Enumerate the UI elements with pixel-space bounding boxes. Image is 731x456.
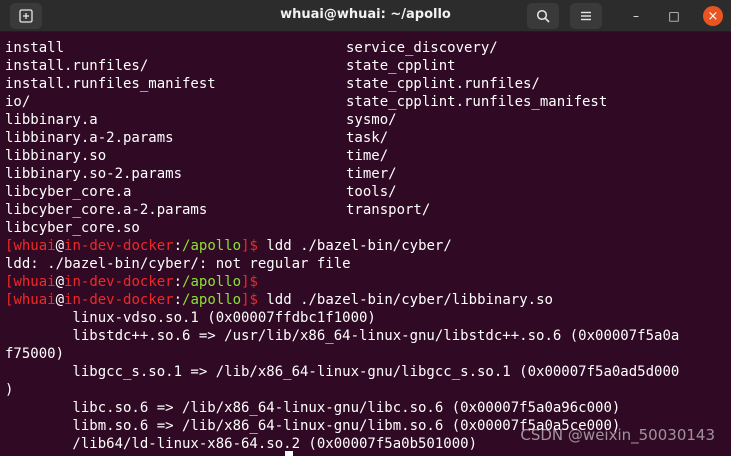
terminal-cursor <box>285 451 293 456</box>
list-item: state_cpplint <box>346 58 456 74</box>
list-item: libcyber_core.a-2.params <box>5 202 208 218</box>
list-item: task/ <box>346 130 389 146</box>
prompt-colon: : <box>173 292 183 308</box>
list-item: libbinary.a <box>5 112 98 128</box>
prompt-path: /apollo <box>182 274 242 290</box>
list-item: sysmo/ <box>346 112 397 128</box>
prompt-path: /apollo <box>182 292 242 308</box>
list-item: state_cpplint.runfiles_manifest <box>346 94 608 110</box>
list-item: transport/ <box>346 202 431 218</box>
terminal-output[interactable]: install install.runfiles/ install.runfil… <box>0 32 731 456</box>
new-tab-icon <box>19 9 33 23</box>
watermark: CSDN @weixin_50030143 <box>520 426 715 444</box>
search-button[interactable] <box>527 3 559 29</box>
list-item: install.runfiles_manifest <box>5 76 216 92</box>
close-button[interactable]: × <box>703 6 723 26</box>
prompt-at: @ <box>55 274 65 290</box>
output-line: /lib64/ld-linux-x86-64.so.2 (0x00007f5a0… <box>5 436 478 452</box>
maximize-button[interactable]: □ <box>664 6 684 26</box>
prompt-colon: : <box>173 274 183 290</box>
prompt-at: @ <box>55 292 65 308</box>
list-item: libbinary.a-2.params <box>5 130 174 146</box>
prompt-end: ]$ <box>241 292 258 308</box>
minimize-button[interactable]: – <box>626 6 646 26</box>
list-item: time/ <box>346 148 389 164</box>
command-text: ldd ./bazel-bin/cyber/libbinary.so <box>257 292 553 308</box>
prompt-user: whuai <box>13 238 56 254</box>
title-bar: whuai@whuai: ~/apollo – □ × <box>0 0 731 32</box>
list-item: libbinary.so <box>5 148 107 164</box>
command-text: ldd ./bazel-bin/cyber/ <box>257 238 452 254</box>
prompt-end: ]$ <box>241 274 258 290</box>
output-line: libc.so.6 => /lib/x86_64-linux-gnu/libc.… <box>5 400 621 416</box>
list-item: state_cpplint.runfiles/ <box>346 76 540 92</box>
prompt-end: ]$ <box>241 238 258 254</box>
list-item: libcyber_core.so <box>5 220 140 236</box>
prompt-user: whuai <box>13 292 56 308</box>
maximize-icon: □ <box>668 9 680 23</box>
list-item: service_discovery/ <box>346 40 498 56</box>
prompt-colon: : <box>173 238 183 254</box>
list-item: libbinary.so-2.params <box>5 166 183 182</box>
list-item: timer/ <box>346 166 397 182</box>
prompt-user: whuai <box>13 274 56 290</box>
error-line: ldd: ./bazel-bin/cyber/: not regular fil… <box>5 256 351 272</box>
new-tab-button[interactable] <box>10 3 42 29</box>
prompt-host: in-dev-docker <box>64 274 174 290</box>
prompt-line: [whuai@in-dev-docker:/apollo]$ ldd ./baz… <box>5 237 452 255</box>
list-item: install <box>5 40 65 56</box>
prompt-path: /apollo <box>182 238 242 254</box>
output-line: linux-vdso.so.1 (0x00007ffdbc1f1000) <box>5 310 376 326</box>
output-line: libgcc_s.so.1 => /lib/x86_64-linux-gnu/l… <box>5 364 680 380</box>
list-item: io/ <box>5 94 31 110</box>
minimize-icon: – <box>633 9 639 23</box>
close-icon: × <box>707 8 719 24</box>
list-item: libcyber_core.a <box>5 184 132 200</box>
prompt-line: [whuai@in-dev-docker:/apollo]$ ldd ./baz… <box>5 291 553 309</box>
prompt-line: [whuai@in-dev-docker:/apollo]$ <box>5 273 258 291</box>
list-item: install.runfiles/ <box>5 58 149 74</box>
output-line: f75000) <box>5 346 65 362</box>
window-title: whuai@whuai: ~/apollo <box>280 7 451 22</box>
prompt-host: in-dev-docker <box>64 238 174 254</box>
list-item: tools/ <box>346 184 397 200</box>
prompt-host: in-dev-docker <box>64 292 174 308</box>
output-line: libstdc++.so.6 => /usr/lib/x86_64-linux-… <box>5 328 680 344</box>
search-icon <box>536 9 550 23</box>
output-line: ) <box>5 382 14 398</box>
hamburger-menu-icon <box>581 11 591 21</box>
menu-button[interactable] <box>570 3 602 29</box>
prompt-at: @ <box>55 238 65 254</box>
